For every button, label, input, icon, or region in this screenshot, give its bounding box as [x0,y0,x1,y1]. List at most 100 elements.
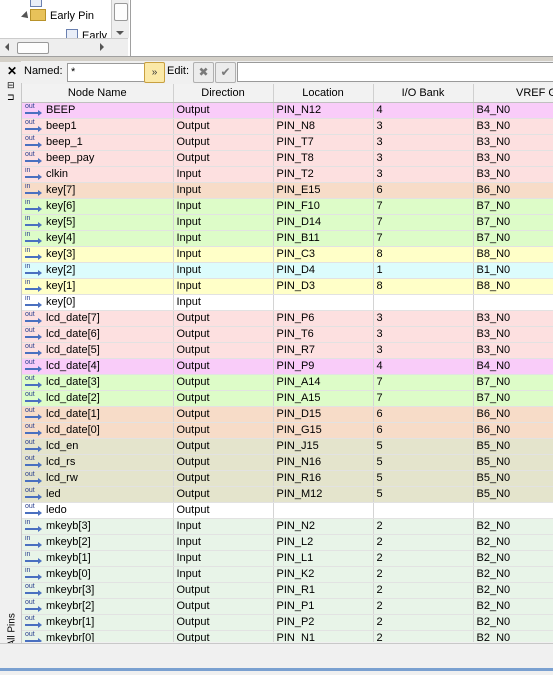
node-name-cell[interactable]: out lcd_date[7] [22,310,174,327]
location-cell[interactable]: PIN_N16 [273,454,374,471]
location-cell[interactable]: PIN_F10 [273,198,374,215]
location-cell[interactable]: PIN_D15 [273,406,374,423]
node-name-cell[interactable]: out mkeybr[2] [22,598,174,615]
location-cell[interactable]: PIN_L2 [273,534,374,551]
tree-horizontal-scrollbar[interactable] [0,38,128,56]
io-bank-cell[interactable]: 2 [373,614,474,631]
vref-group-cell[interactable]: B5_N0 [473,454,553,471]
vref-group-cell[interactable]: B2_N0 [473,550,553,567]
node-name-cell[interactable]: out lcd_date[5] [22,342,174,359]
node-name-cell[interactable]: in clkin [22,166,174,183]
dock-icon[interactable]: ⊟ [7,80,15,90]
direction-cell[interactable]: Output [173,134,274,151]
direction-cell[interactable]: Input [173,278,274,295]
table-row[interactable]: in clkin Input PIN_T2 3 B3_N0 [22,166,553,183]
location-cell[interactable]: PIN_P2 [273,614,374,631]
vref-group-cell[interactable]: B4_N0 [473,358,553,375]
tree-vertical-scrollbar[interactable] [111,0,129,38]
node-name-cell[interactable]: in key[6] [22,198,174,215]
io-bank-cell[interactable]: 7 [373,230,474,247]
node-name-cell[interactable]: out lcd_rw [22,470,174,487]
direction-cell[interactable]: Output [173,502,274,519]
direction-cell[interactable]: Input [173,550,274,567]
direction-cell[interactable]: Output [173,598,274,615]
table-row[interactable]: in key[3] Input PIN_C3 8 B8_N0 [22,246,553,263]
tree-view[interactable]: Early Pin Early [0,0,131,56]
location-cell[interactable]: PIN_N12 [273,102,374,119]
table-row[interactable]: in mkeyb[0] Input PIN_K2 2 B2_N0 [22,566,553,583]
io-bank-cell[interactable]: 7 [373,214,474,231]
direction-cell[interactable]: Output [173,422,274,439]
table-row[interactable]: out mkeybr[0] Output PIN_N1 2 B2_N0 [22,630,553,642]
location-cell[interactable]: PIN_D4 [273,262,374,279]
node-name-cell[interactable]: out beep_pay [22,150,174,167]
location-cell[interactable]: PIN_P9 [273,358,374,375]
vref-group-cell[interactable]: B3_N0 [473,118,553,135]
vref-group-cell[interactable]: B2_N0 [473,582,553,599]
location-cell[interactable]: PIN_L1 [273,550,374,567]
table-row[interactable]: out mkeybr[3] Output PIN_R1 2 B2_N0 [22,582,553,599]
node-name-cell[interactable]: out lcd_date[6] [22,326,174,343]
node-name-cell[interactable]: out BEEP [22,102,174,119]
io-bank-cell[interactable]: 4 [373,102,474,119]
node-name-cell[interactable]: in key[7] [22,182,174,199]
vref-group-cell[interactable]: B2_N0 [473,566,553,583]
table-row[interactable]: out mkeybr[1] Output PIN_P2 2 B2_N0 [22,614,553,631]
scroll-thumb[interactable] [17,42,49,54]
tree-row-partial[interactable] [30,0,46,8]
scroll-left-arrow-icon[interactable] [5,43,9,51]
direction-cell[interactable]: Output [173,326,274,343]
vref-group-cell[interactable]: B5_N0 [473,470,553,487]
location-cell[interactable]: PIN_B11 [273,230,374,247]
io-bank-cell[interactable] [373,502,474,519]
io-bank-cell[interactable]: 3 [373,342,474,359]
io-bank-cell[interactable]: 5 [373,454,474,471]
cancel-edit-button[interactable]: ✖ [193,62,214,83]
table-row[interactable]: in key[4] Input PIN_B11 7 B7_N0 [22,230,553,247]
direction-cell[interactable]: Input [173,166,274,183]
direction-cell[interactable]: Output [173,614,274,631]
edit-field[interactable] [237,62,553,82]
direction-cell[interactable]: Input [173,182,274,199]
direction-cell[interactable]: Output [173,630,274,642]
table-row[interactable]: in mkeyb[1] Input PIN_L1 2 B2_N0 [22,550,553,567]
table-row[interactable]: out lcd_date[3] Output PIN_A14 7 B7_N0 [22,374,553,391]
scroll-thumb[interactable] [114,3,128,21]
vref-group-cell[interactable]: B3_N0 [473,342,553,359]
table-row[interactable]: in key[7] Input PIN_E15 6 B6_N0 [22,182,553,199]
direction-cell[interactable]: Output [173,582,274,599]
direction-cell[interactable]: Output [173,118,274,135]
all-pins-tab-label[interactable]: All Pins [7,587,18,646]
vref-group-cell[interactable]: B7_N0 [473,374,553,391]
table-row[interactable]: in key[6] Input PIN_F10 7 B7_N0 [22,198,553,215]
node-name-cell[interactable]: in key[5] [22,214,174,231]
vref-group-cell[interactable]: B1_N0 [473,262,553,279]
node-name-cell[interactable]: in mkeyb[1] [22,550,174,567]
io-bank-cell[interactable]: 5 [373,438,474,455]
scroll-down-arrow-icon[interactable] [116,31,124,35]
io-bank-cell[interactable]: 7 [373,198,474,215]
table-row[interactable]: in key[2] Input PIN_D4 1 B1_N0 [22,262,553,279]
io-bank-cell[interactable]: 3 [373,166,474,183]
vref-group-cell[interactable]: B8_N0 [473,246,553,263]
location-cell[interactable]: PIN_P1 [273,598,374,615]
node-name-cell[interactable]: in key[3] [22,246,174,263]
vref-group-cell[interactable]: B3_N0 [473,326,553,343]
location-cell[interactable]: PIN_T2 [273,166,374,183]
direction-cell[interactable]: Output [173,470,274,487]
column-header[interactable]: Node Name [22,84,174,103]
location-cell[interactable]: PIN_T6 [273,326,374,343]
node-name-cell[interactable]: out beep1 [22,118,174,135]
io-bank-cell[interactable]: 2 [373,518,474,535]
location-cell[interactable]: PIN_T7 [273,134,374,151]
table-row[interactable]: out lcd_date[0] Output PIN_G15 6 B6_N0 [22,422,553,439]
scroll-right-arrow-icon[interactable] [100,43,104,51]
filter-wizard-button[interactable]: » [144,62,165,83]
column-header[interactable]: I/O Bank [373,84,474,103]
node-name-cell[interactable]: out beep_1 [22,134,174,151]
location-cell[interactable] [273,294,374,311]
direction-cell[interactable]: Output [173,406,274,423]
vref-group-cell[interactable]: B2_N0 [473,534,553,551]
io-bank-cell[interactable]: 5 [373,486,474,503]
direction-cell[interactable]: Input [173,246,274,263]
